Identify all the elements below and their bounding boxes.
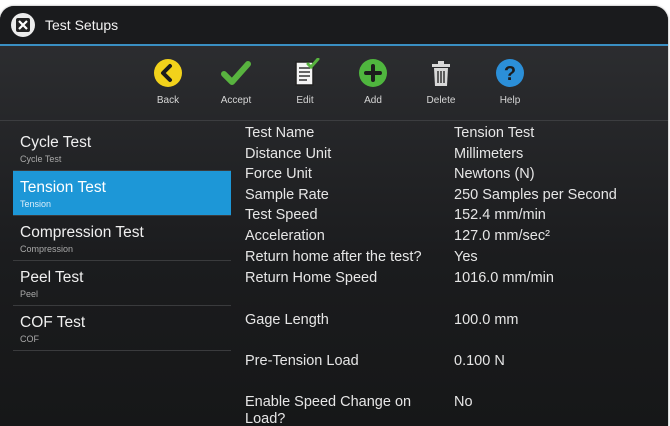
property-key: Test Speed: [245, 207, 318, 223]
property-key: Pre-Tension Load: [245, 353, 359, 369]
help-icon: ?: [496, 59, 524, 87]
test-list-item-cycle[interactable]: Cycle Test Cycle Test: [13, 126, 231, 171]
property-value: Millimeters: [454, 146, 524, 162]
test-type: Compression: [20, 244, 74, 254]
property-value: 152.4 mm/min: [454, 207, 546, 223]
test-name: Peel Test: [20, 269, 84, 286]
test-type: COF: [20, 334, 39, 344]
add-button[interactable]: Add: [343, 58, 403, 106]
test-list-item-compression[interactable]: Compression Test Compression: [13, 216, 231, 261]
property-value: 127.0 mm/sec²: [454, 228, 550, 244]
toolbar: Back Accept Edit Add Delete ? Help: [0, 46, 668, 121]
back-label: Back: [156, 95, 180, 106]
edit-label: Edit: [296, 95, 314, 106]
accept-label: Accept: [220, 95, 252, 106]
window-title: Test Setups: [45, 17, 119, 33]
test-name: Tension Test: [20, 179, 106, 196]
property-value: Newtons (N): [454, 166, 535, 182]
trash-icon: [432, 61, 450, 86]
edit-document-icon: [295, 58, 320, 86]
back-arrow-icon: [154, 59, 182, 87]
edit-button[interactable]: Edit: [275, 58, 335, 106]
test-type: Tension: [20, 199, 52, 209]
app-logo-icon: [11, 13, 35, 37]
property-key: Enable Speed Change on Load?: [245, 394, 412, 426]
property-key: Acceleration: [245, 228, 325, 244]
property-value: Yes: [454, 249, 478, 265]
property-key: Test Name: [245, 125, 315, 141]
title-bar: Test Setups: [0, 6, 668, 46]
test-name: Cycle Test: [20, 134, 92, 151]
test-list-item-cof[interactable]: COF Test COF: [13, 306, 231, 351]
test-list: Cycle Test Cycle Test Tension Test Tensi…: [13, 126, 231, 351]
help-label: Help: [499, 95, 521, 106]
add-label: Add: [364, 95, 382, 106]
property-key: Force Unit: [245, 166, 312, 182]
back-button[interactable]: Back: [138, 58, 198, 106]
property-key: Return home after the test?: [245, 249, 422, 265]
test-type: Peel: [20, 289, 39, 299]
property-value: Tension Test: [454, 125, 535, 141]
property-key: Gage Length: [245, 312, 329, 328]
property-key: Sample Rate: [245, 187, 329, 203]
property-key: Distance Unit: [245, 146, 332, 162]
test-list-item-peel[interactable]: Peel Test Peel: [13, 261, 231, 306]
test-name: COF Test: [20, 314, 86, 331]
property-value: 250 Samples per Second: [454, 187, 617, 203]
delete-label: Delete: [426, 95, 456, 106]
property-value: 1016.0 mm/min: [454, 270, 554, 286]
tablet-screen: Test Setups Back Accept Edit Add Delete …: [0, 6, 668, 426]
help-button[interactable]: ? Help: [480, 58, 540, 106]
property-value: No: [454, 394, 473, 410]
checkmark-icon: [221, 61, 251, 85]
plus-icon: [359, 59, 387, 87]
test-type: Cycle Test: [20, 154, 62, 164]
svg-text:?: ?: [504, 63, 516, 85]
property-key: Return Home Speed: [245, 270, 378, 286]
delete-button[interactable]: Delete: [411, 58, 471, 106]
accept-button[interactable]: Accept: [206, 58, 266, 106]
test-list-item-tension[interactable]: Tension Test Tension: [13, 171, 231, 216]
property-value: 0.100 N: [454, 353, 505, 369]
property-value: 100.0 mm: [454, 312, 519, 328]
test-name: Compression Test: [20, 224, 144, 241]
